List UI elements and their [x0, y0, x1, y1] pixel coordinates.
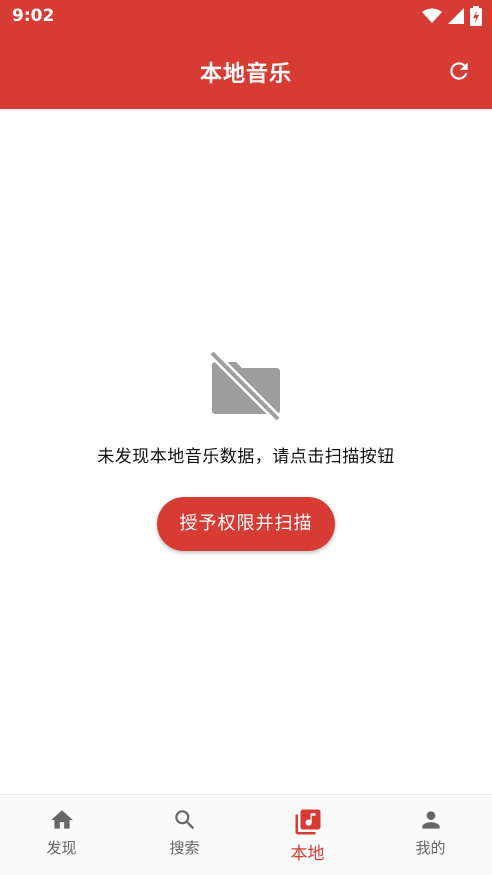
folder-off-icon — [208, 350, 282, 422]
nav-label: 本地 — [290, 844, 325, 864]
app-bar: 本地音乐 — [0, 34, 492, 109]
refresh-button[interactable] — [444, 56, 474, 86]
nav-item-discover[interactable]: 发现 — [0, 795, 123, 875]
header: 9:02 本地音乐 — [0, 0, 492, 109]
nav-item-local[interactable]: 本地 — [246, 795, 369, 875]
refresh-icon — [450, 62, 468, 80]
empty-message: 未发现本地音乐数据，请点击扫描按钮 — [97, 447, 395, 467]
person-icon — [421, 811, 440, 829]
page-title: 本地音乐 — [199, 62, 292, 87]
nav-label: 我的 — [415, 839, 446, 857]
bottom-nav: 发现 搜索 本地 我的 — [0, 794, 492, 875]
library-music-icon — [295, 809, 320, 835]
status-bar: 9:02 — [0, 0, 492, 34]
nav-item-search[interactable]: 搜索 — [123, 795, 246, 875]
nav-label: 发现 — [46, 839, 77, 857]
battery-icon — [470, 6, 482, 26]
status-icons — [422, 6, 482, 26]
status-time: 9:02 — [12, 6, 55, 26]
search-icon — [174, 810, 194, 830]
empty-state: 未发现本地音乐数据，请点击扫描按钮 授予权限并扫描 — [0, 350, 492, 551]
nav-label: 搜索 — [169, 839, 200, 857]
signal-icon — [448, 8, 464, 24]
home-icon — [50, 810, 73, 829]
nav-item-profile[interactable]: 我的 — [369, 795, 492, 875]
grant-permission-scan-button[interactable]: 授予权限并扫描 — [157, 497, 335, 551]
wifi-icon — [422, 8, 442, 23]
